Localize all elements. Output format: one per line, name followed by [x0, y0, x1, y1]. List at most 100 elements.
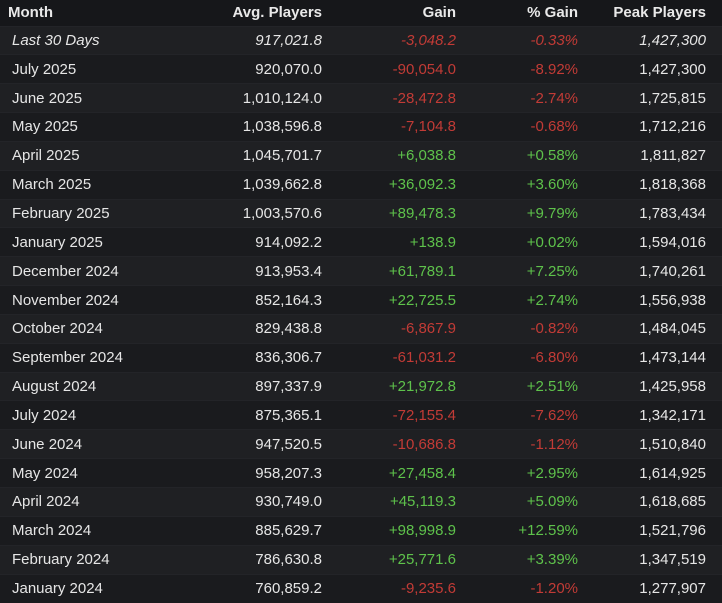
cell-gain: +22,725.5	[330, 285, 464, 315]
cell-month: April 2025	[0, 140, 170, 171]
cell-gain: +98,998.9	[330, 515, 464, 546]
table-row: June 2025 1,010,124.0 -28,472.8 -2.74% 1,725…	[0, 83, 722, 113]
cell-percent-gain: -1.20%	[464, 573, 586, 603]
cell-percent-gain: -8.92%	[464, 54, 586, 84]
cell-gain: -10,686.8	[330, 429, 464, 459]
cell-month: November 2024	[0, 285, 170, 315]
cell-gain: +25,771.6	[330, 544, 464, 575]
cell-percent-gain: +3.39%	[464, 544, 586, 575]
cell-gain: +36,092.3	[330, 169, 464, 200]
table-row: July 2025 920,070.0 -90,054.0 -8.92% 1,427,3…	[0, 54, 722, 84]
cell-percent-gain: +3.60%	[464, 169, 586, 200]
table-row: April 2025 1,045,701.7 +6,038.8 +0.58% 1,811…	[0, 140, 722, 171]
cell-gain: -72,155.4	[330, 400, 464, 430]
cell-month: April 2024	[0, 487, 170, 517]
cell-peak-players: 1,818,368	[586, 169, 722, 200]
cell-avg-players: 786,630.8	[170, 544, 330, 575]
cell-month: May 2024	[0, 458, 170, 488]
cell-gain: +61,789.1	[330, 256, 464, 286]
cell-peak-players: 1,277,907	[586, 573, 722, 603]
cell-month: May 2025	[0, 112, 170, 142]
cell-avg-players: 1,010,124.0	[170, 83, 330, 113]
cell-percent-gain: +7.25%	[464, 256, 586, 286]
cell-month: July 2025	[0, 54, 170, 84]
cell-avg-players: 760,859.2	[170, 573, 330, 603]
cell-avg-players: 947,520.5	[170, 429, 330, 459]
header-avg-players[interactable]: Avg. Players	[170, 0, 330, 26]
table-row: February 2025 1,003,570.6 +89,478.3 +9.79% 1…	[0, 198, 722, 228]
cell-peak-players: 1,521,796	[586, 515, 722, 546]
cell-gain: +45,119.3	[330, 487, 464, 517]
table-row: March 2024 885,629.7 +98,998.9 +12.59% 1,521…	[0, 515, 722, 546]
cell-percent-gain: +9.79%	[464, 198, 586, 228]
table-row: August 2024 897,337.9 +21,972.8 +2.51% 1,425…	[0, 371, 722, 401]
table-row: Last 30 Days 917,021.8 -3,048.2 -0.33% 1,427…	[0, 25, 722, 55]
cell-avg-players: 836,306.7	[170, 342, 330, 373]
cell-gain: +27,458.4	[330, 458, 464, 488]
cell-gain: -28,472.8	[330, 83, 464, 113]
cell-percent-gain: -1.12%	[464, 429, 586, 459]
cell-avg-players: 852,164.3	[170, 285, 330, 315]
table-row: May 2025 1,038,596.8 -7,104.8 -0.68% 1,712,2…	[0, 112, 722, 142]
cell-avg-players: 914,092.2	[170, 227, 330, 257]
cell-percent-gain: +2.51%	[464, 371, 586, 401]
cell-gain: -7,104.8	[330, 112, 464, 142]
cell-percent-gain: +0.02%	[464, 227, 586, 257]
cell-peak-players: 1,484,045	[586, 313, 722, 344]
cell-avg-players: 1,045,701.7	[170, 140, 330, 171]
cell-peak-players: 1,510,840	[586, 429, 722, 459]
header-month[interactable]: Month	[0, 0, 170, 26]
cell-avg-players: 913,953.4	[170, 256, 330, 286]
table-row: March 2025 1,039,662.8 +36,092.3 +3.60% 1,81…	[0, 169, 722, 200]
header-peak-players[interactable]: Peak Players	[586, 0, 722, 26]
cell-avg-players: 897,337.9	[170, 371, 330, 401]
cell-month: Last 30 Days	[0, 25, 170, 55]
cell-month: August 2024	[0, 371, 170, 401]
cell-percent-gain: -7.62%	[464, 400, 586, 430]
table-header: Month Avg. Players Gain % Gain Peak Play…	[0, 0, 722, 26]
table-row: July 2024 875,365.1 -72,155.4 -7.62% 1,342,1…	[0, 400, 722, 430]
cell-avg-players: 1,003,570.6	[170, 198, 330, 228]
header-row: Month Avg. Players Gain % Gain Peak Play…	[0, 0, 722, 26]
table-row: December 2024 913,953.4 +61,789.1 +7.25% 1,7…	[0, 256, 722, 286]
table-row: April 2024 930,749.0 +45,119.3 +5.09% 1,618,…	[0, 487, 722, 517]
cell-month: June 2024	[0, 429, 170, 459]
cell-percent-gain: +2.95%	[464, 458, 586, 488]
cell-peak-players: 1,740,261	[586, 256, 722, 286]
cell-avg-players: 958,207.3	[170, 458, 330, 488]
cell-percent-gain: +0.58%	[464, 140, 586, 171]
cell-peak-players: 1,594,016	[586, 227, 722, 257]
table-row: June 2024 947,520.5 -10,686.8 -1.12% 1,510,8…	[0, 429, 722, 459]
header-percent-gain[interactable]: % Gain	[464, 0, 586, 26]
cell-peak-players: 1,347,519	[586, 544, 722, 575]
cell-peak-players: 1,712,216	[586, 112, 722, 142]
cell-gain: +21,972.8	[330, 371, 464, 401]
table-row: November 2024 852,164.3 +22,725.5 +2.74% 1,5…	[0, 285, 722, 315]
cell-gain: -6,867.9	[330, 313, 464, 344]
cell-percent-gain: -0.68%	[464, 112, 586, 142]
cell-month: February 2024	[0, 544, 170, 575]
cell-avg-players: 930,749.0	[170, 487, 330, 517]
cell-month: June 2025	[0, 83, 170, 113]
table-row: January 2025 914,092.2 +138.9 +0.02% 1,594,0…	[0, 227, 722, 257]
cell-gain: -90,054.0	[330, 54, 464, 84]
cell-peak-players: 1,427,300	[586, 25, 722, 55]
cell-avg-players: 875,365.1	[170, 400, 330, 430]
cell-avg-players: 885,629.7	[170, 515, 330, 546]
cell-peak-players: 1,725,815	[586, 83, 722, 113]
cell-gain: +138.9	[330, 227, 464, 257]
cell-peak-players: 1,811,827	[586, 140, 722, 171]
cell-percent-gain: +12.59%	[464, 515, 586, 546]
header-gain[interactable]: Gain	[330, 0, 464, 26]
cell-peak-players: 1,556,938	[586, 285, 722, 315]
cell-gain: -61,031.2	[330, 342, 464, 373]
cell-month: March 2024	[0, 515, 170, 546]
cell-peak-players: 1,425,958	[586, 371, 722, 401]
cell-percent-gain: -6.80%	[464, 342, 586, 373]
cell-percent-gain: +5.09%	[464, 487, 586, 517]
cell-avg-players: 1,038,596.8	[170, 112, 330, 142]
cell-avg-players: 917,021.8	[170, 25, 330, 55]
cell-peak-players: 1,427,300	[586, 54, 722, 84]
table-row: October 2024 829,438.8 -6,867.9 -0.82% 1,484…	[0, 313, 722, 344]
cell-month: March 2025	[0, 169, 170, 200]
